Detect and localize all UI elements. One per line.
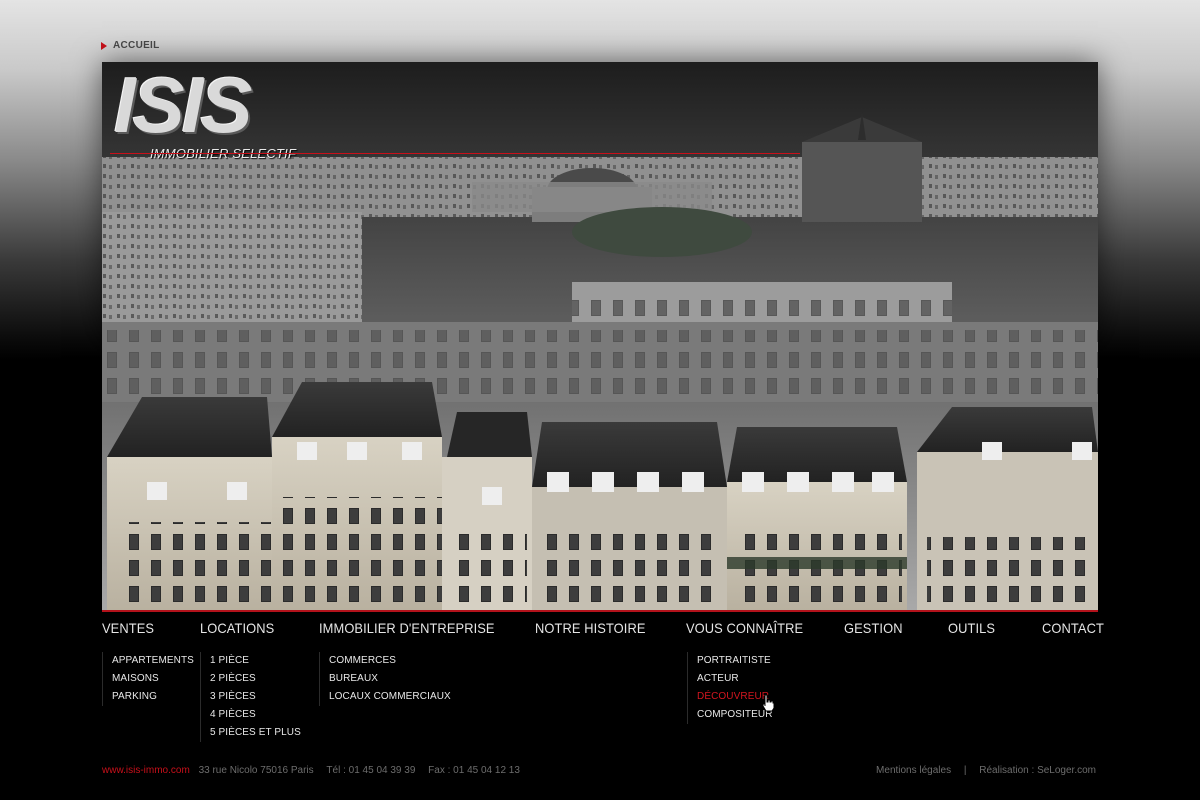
footer-separator: | bbox=[963, 765, 967, 776]
submenu-item-2-pieces[interactable]: 2 PIÈCES bbox=[210, 670, 301, 688]
submenu-item-3-pieces[interactable]: 3 PIÈCES bbox=[210, 688, 301, 706]
footer-fax: Fax : 01 45 04 12 13 bbox=[428, 765, 520, 776]
submenu-item-acteur[interactable]: ACTEUR bbox=[697, 670, 773, 688]
nav-immobilier-entreprise[interactable]: IMMOBILIER D'ENTREPRISE bbox=[319, 620, 495, 636]
nav-locations[interactable]: LOCATIONS bbox=[200, 620, 274, 636]
nav-gestion[interactable]: GESTION bbox=[844, 620, 903, 636]
submenu-item-4-pieces[interactable]: 4 PIÈCES bbox=[210, 706, 301, 724]
breadcrumb-arrow-icon bbox=[101, 41, 107, 50]
breadcrumb-home-link[interactable]: ACCUEIL bbox=[113, 40, 160, 51]
footer-legal-link[interactable]: Mentions légales bbox=[876, 765, 951, 776]
footer-credit-link[interactable]: Réalisation : SeLoger.com bbox=[979, 765, 1096, 776]
submenu-item-parking[interactable]: PARKING bbox=[112, 688, 194, 706]
submenu-item-appartements[interactable]: APPARTEMENTS bbox=[112, 652, 194, 670]
nav-ventes[interactable]: VENTES bbox=[102, 620, 154, 636]
main-nav: VENTES LOCATIONS IMMOBILIER D'ENTREPRISE… bbox=[102, 620, 1104, 640]
hand-pointer-icon bbox=[762, 694, 775, 712]
submenu-item-bureaux[interactable]: BUREAUX bbox=[329, 670, 451, 688]
footer-site-link[interactable]: www.isis-immo.com bbox=[102, 765, 190, 776]
nav-vous-connaitre[interactable]: VOUS CONNAÎTRE bbox=[686, 620, 803, 636]
submenu-item-1-piece[interactable]: 1 PIÈCE bbox=[210, 652, 301, 670]
submenu-vous-connaitre: PORTRAITISTE ACTEUR DÉCOUVREUR COMPOSITE… bbox=[687, 652, 773, 724]
submenu-item-5-pieces-et-plus[interactable]: 5 PIÈCES ET PLUS bbox=[210, 724, 301, 742]
footer-contact: www.isis-immo.com 33 rue Nicolo 75016 Pa… bbox=[102, 765, 520, 776]
footer-tel: Tél : 01 45 04 39 39 bbox=[326, 765, 416, 776]
logo-red-line bbox=[110, 153, 800, 154]
submenu-locations: 1 PIÈCE 2 PIÈCES 3 PIÈCES 4 PIÈCES 5 PIÈ… bbox=[200, 652, 301, 742]
footer-links: Mentions légales | Réalisation : SeLoger… bbox=[876, 765, 1096, 776]
submenu-item-commerces[interactable]: COMMERCES bbox=[329, 652, 451, 670]
nav-notre-histoire[interactable]: NOTRE HISTOIRE bbox=[535, 620, 646, 636]
submenu-item-portraitiste[interactable]: PORTRAITISTE bbox=[697, 652, 773, 670]
footer-address: 33 rue Nicolo 75016 Paris bbox=[198, 765, 314, 776]
breadcrumb: ACCUEIL bbox=[101, 40, 160, 51]
submenu-item-maisons[interactable]: MAISONS bbox=[112, 670, 194, 688]
nav-outils[interactable]: OUTILS bbox=[948, 620, 995, 636]
submenu-entreprise: COMMERCES BUREAUX LOCAUX COMMERCIAUX bbox=[319, 652, 451, 706]
logo-title: ISIS bbox=[114, 61, 252, 149]
hero-bottom-divider bbox=[102, 610, 1098, 612]
submenu-item-locaux-commerciaux[interactable]: LOCAUX COMMERCIAUX bbox=[329, 688, 451, 706]
nav-contact[interactable]: CONTACT bbox=[1042, 620, 1104, 636]
submenu-ventes: APPARTEMENTS MAISONS PARKING bbox=[102, 652, 194, 706]
